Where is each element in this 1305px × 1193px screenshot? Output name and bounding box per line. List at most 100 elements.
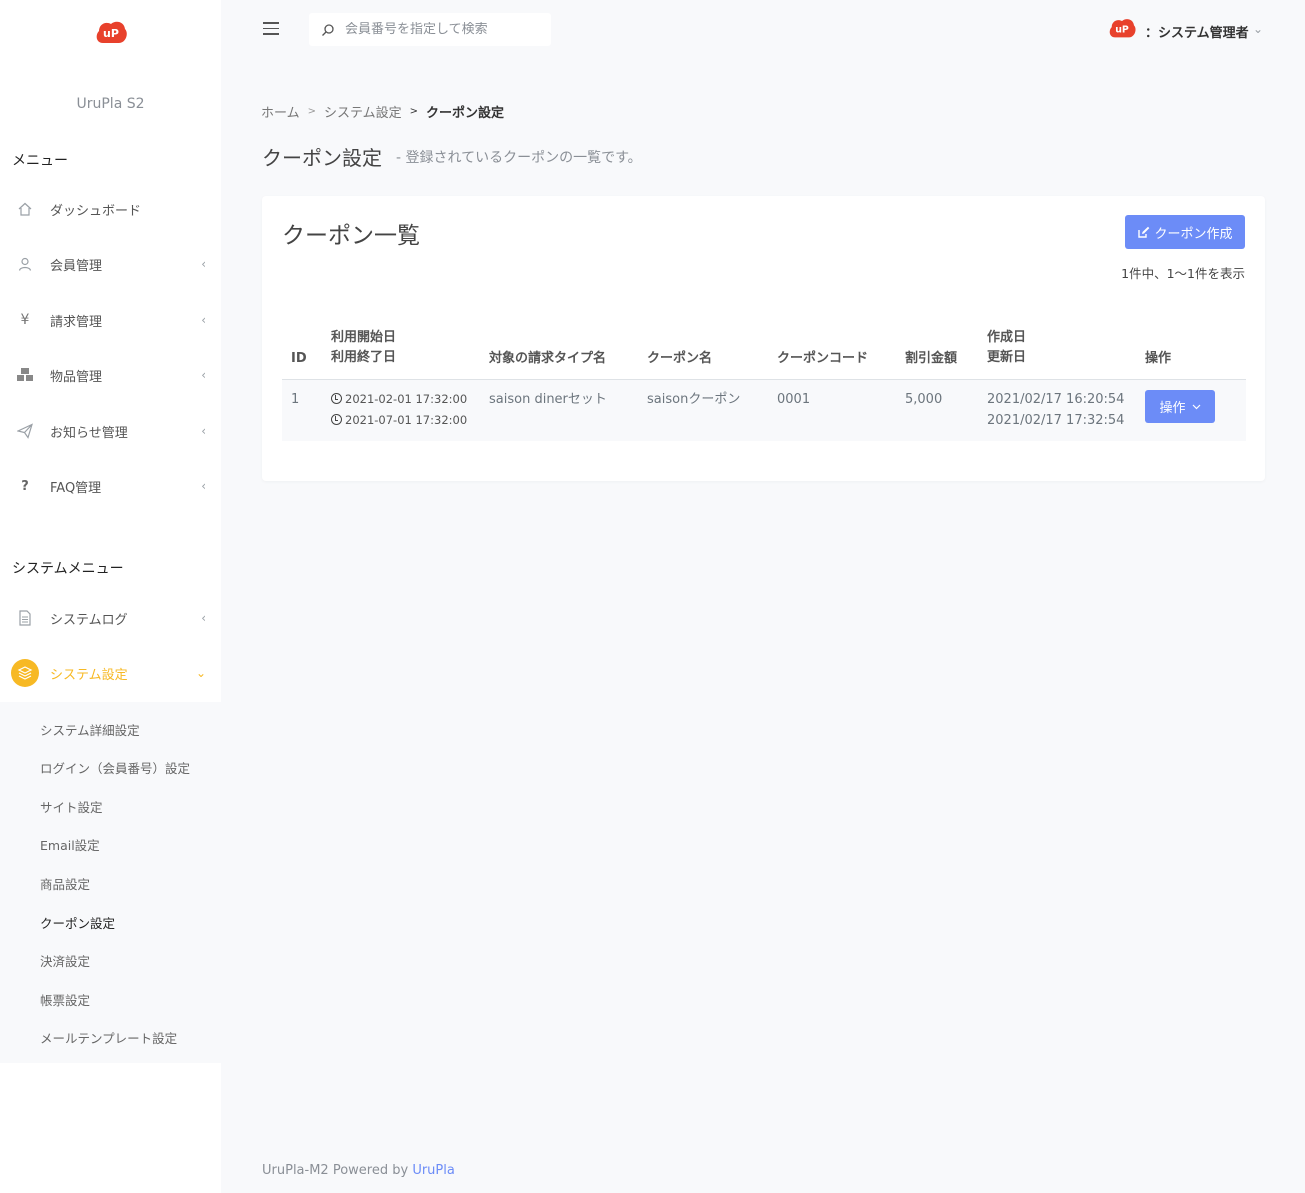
th-id: ID [291, 351, 307, 366]
system-menu-heading: システムメニュー [12, 561, 124, 577]
breadcrumb-current: クーポン設定 [426, 106, 505, 121]
sidebar-item-members[interactable]: 会員管理 ‹ [0, 244, 221, 284]
clock-icon [331, 414, 342, 425]
table-header: ID 利用開始日 利用終了日 対象の請求タイプ名 クーポン名 クーポンコード 割… [282, 328, 1246, 380]
submenu-item[interactable]: システム詳細設定 [40, 720, 140, 739]
submenu-item[interactable]: 帳票設定 [40, 990, 90, 1009]
chevron-left-icon: ‹ [201, 479, 206, 493]
page-title: クーポン設定 [262, 146, 382, 170]
sidebar-item-faq[interactable]: ? FAQ管理 ‹ [0, 466, 221, 506]
sidebar-item-label: ダッシュボード [50, 203, 142, 219]
create-coupon-label: クーポン作成 [1154, 226, 1233, 242]
card-title: クーポン一覧 [282, 223, 420, 249]
th-created: 作成日 [987, 330, 1027, 345]
chevron-left-icon: ‹ [201, 368, 206, 382]
breadcrumb-section[interactable]: システム設定 [324, 102, 402, 121]
svg-text:uP: uP [103, 27, 119, 40]
breadcrumb-separator-icon: > [307, 106, 317, 117]
sidebar-item-system-settings[interactable]: システム設定 ⌄ [0, 653, 221, 693]
submenu-item[interactable]: ログイン（会員番号）設定 [40, 758, 190, 777]
th-end: 利用終了日 [331, 350, 397, 365]
record-count: 1件中、1〜1件を表示 [1121, 266, 1245, 281]
document-icon [14, 607, 36, 629]
cell-id: 1 [291, 392, 300, 407]
sidebar-item-dashboard[interactable]: ダッシュボード [0, 189, 221, 229]
cell-end-value: 2021-07-01 17:32:00 [345, 413, 468, 427]
sidebar-item-label: システム設定 [50, 667, 128, 683]
avatar[interactable]: uP [1107, 16, 1137, 40]
submenu-item[interactable]: メールテンプレート設定 [40, 1028, 177, 1047]
sidebar: uP UruPla S2 メニュー ダッシュボード 会員管理 ‹ ¥ 請求管理 … [0, 0, 221, 1193]
svg-text:uP: uP [1115, 24, 1129, 35]
th-updated: 更新日 [987, 350, 1027, 365]
sidebar-item-label: システムログ [50, 612, 128, 628]
question-icon: ? [21, 478, 29, 494]
system-settings-submenu: システム詳細設定 ログイン（会員番号）設定 サイト設定 Email設定 商品設定… [0, 702, 221, 1063]
submenu-item[interactable]: 決済設定 [40, 951, 90, 970]
cell-start: 2021-02-01 17:32:00 [331, 389, 467, 410]
brand-name: UruPla S2 [76, 96, 145, 112]
cell-amount: 5,000 [905, 392, 943, 407]
home-icon [14, 198, 36, 220]
submenu-item[interactable]: 商品設定 [40, 874, 90, 893]
coupon-list-card: クーポン一覧 クーポン作成 1件中、1〜1件を表示 ID 利用開始日 利用終了日… [262, 196, 1265, 481]
breadcrumb: ホーム > システム設定 > クーポン設定 [261, 102, 504, 121]
chevron-left-icon: ‹ [201, 313, 206, 327]
yen-icon: ¥ [20, 312, 30, 328]
footer-link[interactable]: UruPla [412, 1163, 455, 1178]
th-ops: 操作 [1145, 351, 1172, 366]
cell-name: saisonクーポン [647, 392, 741, 407]
submenu-item[interactable]: サイト設定 [40, 797, 103, 816]
sidebar-item-label: 会員管理 [50, 258, 103, 274]
chevron-left-icon: ‹ [201, 611, 206, 625]
submenu-item[interactable]: Email設定 [40, 835, 100, 854]
edit-icon [1138, 226, 1150, 238]
clock-icon [331, 393, 342, 404]
table-row: 1 2021-02-01 17:32:00 2021-07-01 17:32:0… [282, 380, 1246, 441]
sidebar-item-news[interactable]: お知らせ管理 ‹ [0, 411, 221, 451]
user-name[interactable]: ：システム管理者 [1145, 22, 1249, 41]
chevron-left-icon: ‹ [201, 424, 206, 438]
cell-end: 2021-07-01 17:32:00 [331, 410, 467, 431]
operation-label: 操作 [1159, 401, 1186, 416]
menu-heading: メニュー [12, 153, 68, 169]
chevron-down-icon[interactable]: ⌄ [1253, 22, 1263, 36]
chevron-down-icon [1192, 404, 1200, 409]
sidebar-item-label: 請求管理 [50, 314, 103, 330]
th-amount: 割引金額 [905, 351, 958, 366]
submenu-item-coupon[interactable]: クーポン設定 [40, 913, 115, 932]
th-type: 対象の請求タイプ名 [489, 351, 607, 366]
sidebar-item-billing[interactable]: ¥ 請求管理 ‹ [0, 300, 221, 340]
search-icon [321, 23, 335, 37]
th-start: 利用開始日 [331, 330, 397, 345]
sidebar-item-label: 物品管理 [50, 369, 103, 385]
th-code: クーポンコード [777, 351, 869, 366]
cell-created: 2021/02/17 16:20:54 [987, 392, 1125, 407]
layers-icon [11, 659, 39, 687]
breadcrumb-home[interactable]: ホーム [261, 102, 300, 121]
cell-updated: 2021/02/17 17:32:54 [987, 413, 1125, 428]
urupla-logo[interactable]: uP [94, 18, 128, 46]
footer-text: UruPla-M2 Powered by [262, 1163, 413, 1178]
sidebar-item-label: FAQ管理 [50, 480, 102, 496]
footer: UruPla-M2 Powered by UruPla [262, 1163, 455, 1178]
create-coupon-button[interactable]: クーポン作成 [1125, 215, 1245, 249]
paper-plane-icon [14, 420, 36, 442]
chevron-left-icon: ‹ [201, 257, 206, 271]
hamburger-menu-icon[interactable] [263, 22, 279, 36]
boxes-icon [14, 364, 36, 386]
sidebar-item-goods[interactable]: 物品管理 ‹ [0, 355, 221, 395]
th-name: クーポン名 [647, 351, 713, 366]
user-icon [14, 253, 36, 275]
page-subtitle: - 登録されているクーポンの一覧です。 [396, 150, 642, 166]
sidebar-item-system-log[interactable]: システムログ ‹ [0, 598, 221, 638]
cell-code: 0001 [777, 392, 811, 407]
search-box [309, 13, 551, 46]
sidebar-item-label: お知らせ管理 [50, 425, 128, 441]
search-input[interactable] [345, 22, 535, 37]
cell-type: saison dinerセット [489, 392, 607, 407]
chevron-down-icon: ⌄ [195, 666, 206, 680]
breadcrumb-separator-icon: > [409, 106, 419, 117]
cell-start-value: 2021-02-01 17:32:00 [345, 392, 468, 406]
operation-dropdown-button[interactable]: 操作 [1145, 390, 1215, 423]
